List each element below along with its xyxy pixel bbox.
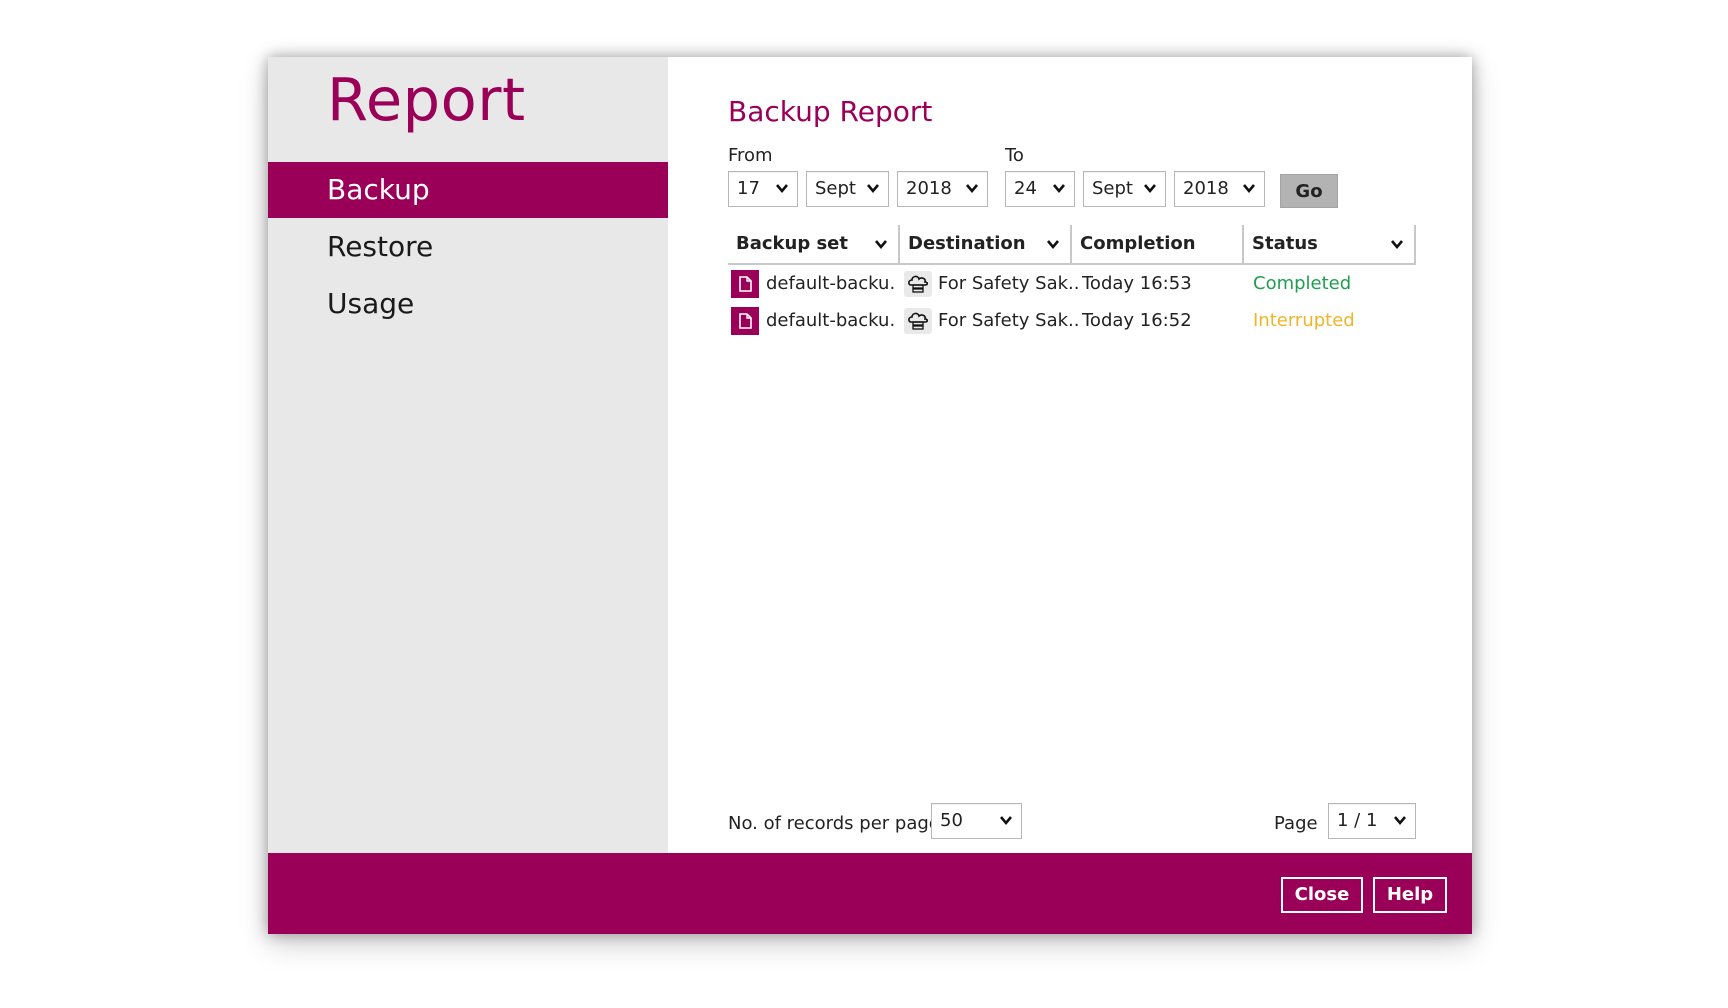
sidebar-title: Report: [327, 65, 526, 134]
main-panel: Backup Report From To 17 Sept 2018 24 Se…: [668, 57, 1472, 853]
sidebar: Report Backup Restore Usage: [268, 57, 668, 853]
from-day-value: 17: [737, 178, 760, 199]
column-header-label: Destination: [908, 233, 1026, 254]
from-month-select[interactable]: Sept: [806, 171, 889, 207]
table-row[interactable]: default-backu... For Safety Sak... Today…: [728, 302, 1416, 339]
column-header-destination[interactable]: Destination: [900, 225, 1072, 263]
go-button[interactable]: Go: [1280, 174, 1338, 208]
completion-time: Today 16:53: [1082, 273, 1192, 294]
completion-time: Today 16:52: [1082, 310, 1192, 331]
to-month-select[interactable]: Sept: [1083, 171, 1166, 207]
to-year-select[interactable]: 2018: [1174, 171, 1265, 207]
column-header-label: Completion: [1080, 233, 1196, 254]
chevron-down-icon: [1144, 184, 1156, 194]
chevron-down-icon: [1394, 816, 1406, 826]
chevron-down-icon: [875, 240, 887, 250]
footer-bar: Close Help: [268, 853, 1472, 934]
backup-set-name: default-backu...: [766, 310, 896, 331]
from-day-select[interactable]: 17: [728, 171, 798, 207]
sidebar-item-restore[interactable]: Restore: [268, 219, 668, 275]
backup-set-name: default-backu...: [766, 273, 896, 294]
destination-name: For Safety Sak...: [938, 310, 1078, 331]
chevron-down-icon: [1000, 816, 1012, 826]
page-select[interactable]: 1 / 1: [1328, 803, 1416, 839]
column-header-label: Status: [1252, 233, 1318, 254]
to-month-value: Sept: [1092, 178, 1133, 199]
sidebar-item-usage[interactable]: Usage: [268, 276, 668, 332]
table-header: Backup set Destination Completion Status: [728, 225, 1416, 265]
records-per-page-value: 50: [940, 810, 963, 831]
cloud-storage-icon: [904, 308, 932, 334]
records-per-page-label: No. of records per page: [728, 813, 940, 834]
backup-report-table: Backup set Destination Completion Status: [728, 225, 1416, 339]
page-label: Page: [1274, 813, 1318, 834]
table-row[interactable]: default-backu... For Safety Sak... Today…: [728, 265, 1416, 302]
column-header-status[interactable]: Status: [1244, 225, 1416, 263]
chevron-down-icon: [776, 184, 788, 194]
from-label: From: [728, 145, 773, 166]
from-year-value: 2018: [906, 178, 952, 199]
records-per-page-select[interactable]: 50: [931, 803, 1022, 839]
status-text: Interrupted: [1253, 310, 1355, 331]
column-header-label: Backup set: [736, 233, 848, 254]
close-button[interactable]: Close: [1281, 877, 1363, 913]
from-month-value: Sept: [815, 178, 856, 199]
column-header-backup-set[interactable]: Backup set: [728, 225, 900, 263]
chevron-down-icon: [1391, 240, 1403, 250]
to-day-value: 24: [1014, 178, 1037, 199]
destination-name: For Safety Sak...: [938, 273, 1078, 294]
file-icon: [731, 270, 759, 298]
page-value: 1 / 1: [1337, 810, 1378, 831]
sidebar-item-backup[interactable]: Backup: [268, 162, 668, 218]
status-text: Completed: [1253, 273, 1352, 294]
report-window: Report Backup Restore Usage Backup Repor…: [268, 57, 1472, 934]
file-icon: [731, 307, 759, 335]
to-year-value: 2018: [1183, 178, 1229, 199]
to-label: To: [1005, 145, 1024, 166]
cloud-storage-icon: [904, 271, 932, 297]
chevron-down-icon: [1243, 184, 1255, 194]
chevron-down-icon: [966, 184, 978, 194]
help-button[interactable]: Help: [1373, 877, 1447, 913]
chevron-down-icon: [1047, 240, 1059, 250]
chevron-down-icon: [1053, 184, 1065, 194]
from-year-select[interactable]: 2018: [897, 171, 988, 207]
column-header-completion[interactable]: Completion: [1072, 225, 1244, 263]
page-title: Backup Report: [728, 95, 933, 128]
chevron-down-icon: [867, 184, 879, 194]
to-day-select[interactable]: 24: [1005, 171, 1075, 207]
